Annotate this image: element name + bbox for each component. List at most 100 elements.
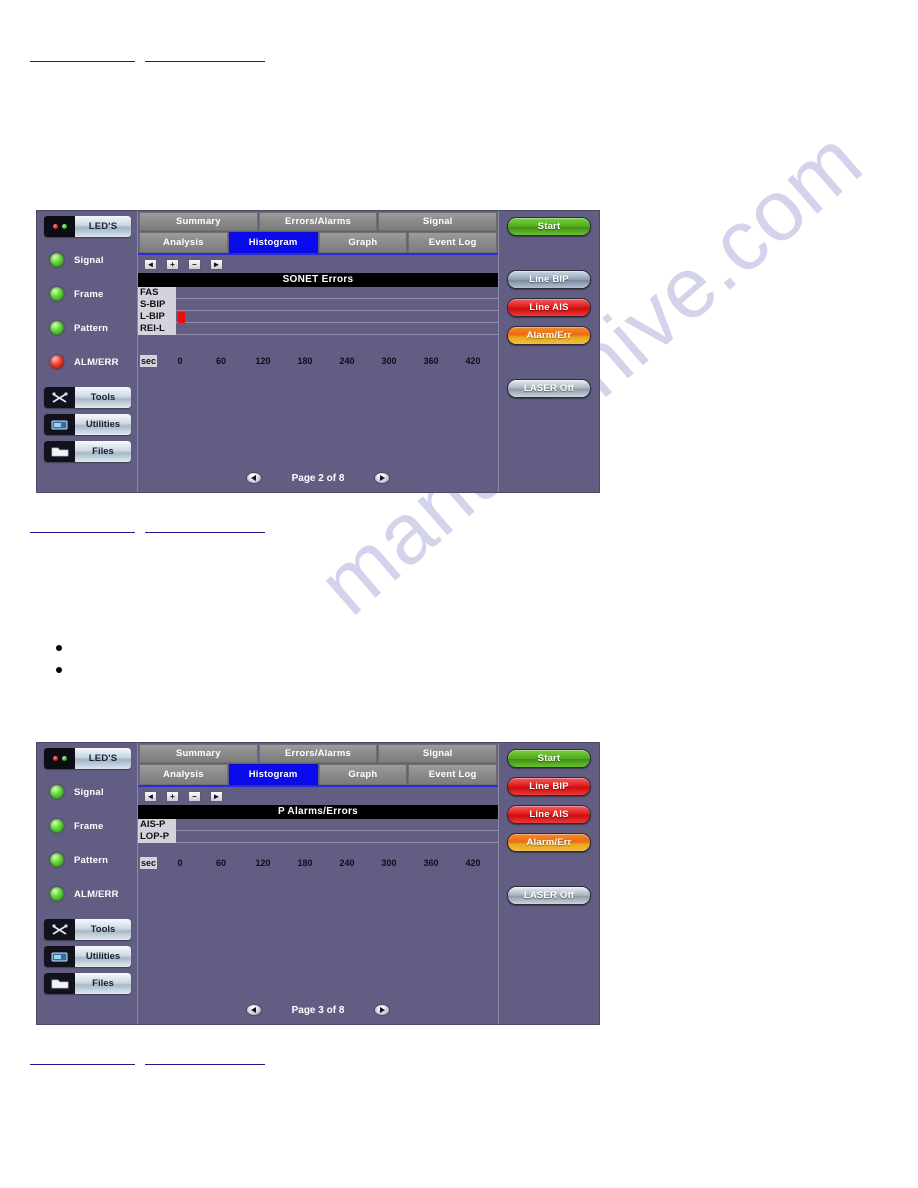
files-button-label: Files (75, 973, 131, 994)
middle-link-rule-left[interactable] (30, 531, 135, 533)
led-indicator-icon (44, 748, 75, 769)
tools-button[interactable]: Tools (44, 919, 131, 940)
chart-title: SONET Errors (138, 273, 498, 287)
header-link-rule-right[interactable] (145, 60, 265, 62)
led-frame-icon (50, 819, 64, 833)
leds-button[interactable]: LED'S (44, 748, 131, 769)
tab-errors-alarms[interactable]: Errors/Alarms (258, 744, 378, 763)
files-button-label: Files (75, 441, 131, 462)
previous-page-button[interactable] (245, 472, 262, 484)
center-panel: Summary Errors/Alarms Signal Analysis Hi… (138, 211, 499, 492)
tab-summary[interactable]: Summary (139, 212, 258, 231)
tools-button[interactable]: Tools (44, 387, 131, 408)
gridline (138, 299, 498, 311)
tab-histogram[interactable]: Histogram (228, 232, 318, 253)
pager: Page 2 of 8 (138, 472, 498, 484)
pager-label: Page 2 of 8 (291, 472, 345, 484)
x-tick: 360 (423, 356, 439, 366)
zoom-out-button[interactable]: – (188, 790, 201, 802)
chart-title: P Alarms/Errors (138, 805, 498, 819)
scroll-left-button[interactable]: ◄ (144, 258, 157, 270)
leds-button[interactable]: LED'S (44, 216, 131, 237)
header-link-rule-left[interactable] (30, 60, 135, 62)
footer-link-rule-left[interactable] (30, 1063, 135, 1065)
next-page-button[interactable] (374, 472, 391, 484)
scroll-left-button[interactable]: ◄ (144, 790, 157, 802)
tools-icon (44, 919, 75, 940)
tab-analysis[interactable]: Analysis (139, 232, 228, 253)
tab-histogram[interactable]: Histogram (228, 764, 318, 785)
gridline (138, 287, 498, 299)
row-label-rei-l: REI-L (140, 323, 165, 334)
led-row-frame: Frame (37, 277, 137, 311)
tab-row-secondary: Analysis Histogram Graph Event Log (138, 763, 498, 787)
tab-summary[interactable]: Summary (139, 744, 258, 763)
row-label-ais-p: AIS-P (140, 819, 166, 830)
utilities-button-label: Utilities (75, 946, 131, 967)
laser-off-button[interactable]: LASER Off (507, 379, 591, 398)
led-dot-red-icon (52, 756, 58, 761)
plot-row-labels: FAS S-BIP L-BIP REI-L (138, 287, 176, 335)
files-button[interactable]: Files (44, 441, 131, 462)
tab-event-log[interactable]: Event Log (408, 764, 497, 785)
led-alm-err-label: ALM/ERR (74, 888, 119, 900)
bullet-list (56, 645, 62, 689)
led-row-pattern: Pattern (37, 311, 137, 345)
next-page-button[interactable] (374, 1004, 391, 1016)
footer-link-rule-right[interactable] (145, 1063, 265, 1065)
histogram-plot: FAS S-BIP L-BIP REI-L (138, 287, 498, 355)
tab-analysis[interactable]: Analysis (139, 764, 228, 785)
device-screenshot-sonet-errors: LED'S Signal Frame Pattern ALM/ERR Tools (36, 210, 600, 493)
row-label-l-bip: L-BIP (140, 311, 165, 322)
led-indicator-icon (44, 216, 75, 237)
x-tick: 0 (177, 858, 183, 868)
middle-link-rule-right[interactable] (145, 531, 265, 533)
previous-page-button[interactable] (245, 1004, 262, 1016)
x-tick: 60 (215, 858, 227, 868)
header-link-rules (30, 52, 265, 66)
led-signal-label: Signal (74, 786, 104, 798)
footer-link-rules (30, 1055, 265, 1069)
right-button-panel: Start Line BIP Line AIS Alarm/Err LASER … (499, 211, 599, 492)
tab-graph[interactable]: Graph (318, 764, 408, 785)
line-bip-button[interactable]: Line BIP (507, 777, 591, 796)
utilities-button[interactable]: Utilities (44, 414, 131, 435)
tab-graph[interactable]: Graph (318, 232, 408, 253)
middle-link-rules (30, 523, 265, 537)
led-pattern-label: Pattern (74, 854, 109, 866)
tab-event-log[interactable]: Event Log (408, 232, 497, 253)
led-alm-err-label: ALM/ERR (74, 356, 119, 368)
alarm-err-button[interactable]: Alarm/Err (507, 833, 591, 852)
line-ais-button[interactable]: Line AIS (507, 298, 591, 317)
tab-signal[interactable]: Signal (378, 744, 498, 763)
start-button[interactable]: Start (507, 749, 591, 768)
list-item (56, 645, 62, 651)
line-ais-button[interactable]: Line AIS (507, 805, 591, 824)
zoom-in-button[interactable]: + (166, 258, 179, 270)
zoom-out-button[interactable]: – (188, 258, 201, 270)
gridline (138, 831, 498, 843)
alarm-err-button[interactable]: Alarm/Err (507, 326, 591, 345)
led-row-frame: Frame (37, 809, 137, 843)
x-tick: 180 (297, 858, 313, 868)
histogram-nav-buttons: ◄ + – ► (138, 255, 498, 273)
tools-button-label: Tools (75, 387, 131, 408)
utilities-icon (44, 414, 75, 435)
led-alm-err-icon (50, 887, 64, 901)
line-bip-button[interactable]: Line BIP (507, 270, 591, 289)
led-alm-err-icon (50, 355, 64, 369)
tab-row-primary: Summary Errors/Alarms Signal (138, 743, 498, 763)
pager: Page 3 of 8 (138, 1004, 498, 1016)
start-button[interactable]: Start (507, 217, 591, 236)
scroll-right-button[interactable]: ► (210, 790, 223, 802)
x-tick: 360 (423, 858, 439, 868)
files-button[interactable]: Files (44, 973, 131, 994)
laser-off-button[interactable]: LASER Off (507, 886, 591, 905)
tab-errors-alarms[interactable]: Errors/Alarms (258, 212, 378, 231)
led-frame-icon (50, 287, 64, 301)
gridline (138, 311, 498, 323)
zoom-in-button[interactable]: + (166, 790, 179, 802)
scroll-right-button[interactable]: ► (210, 258, 223, 270)
tab-signal[interactable]: Signal (378, 212, 498, 231)
utilities-button[interactable]: Utilities (44, 946, 131, 967)
